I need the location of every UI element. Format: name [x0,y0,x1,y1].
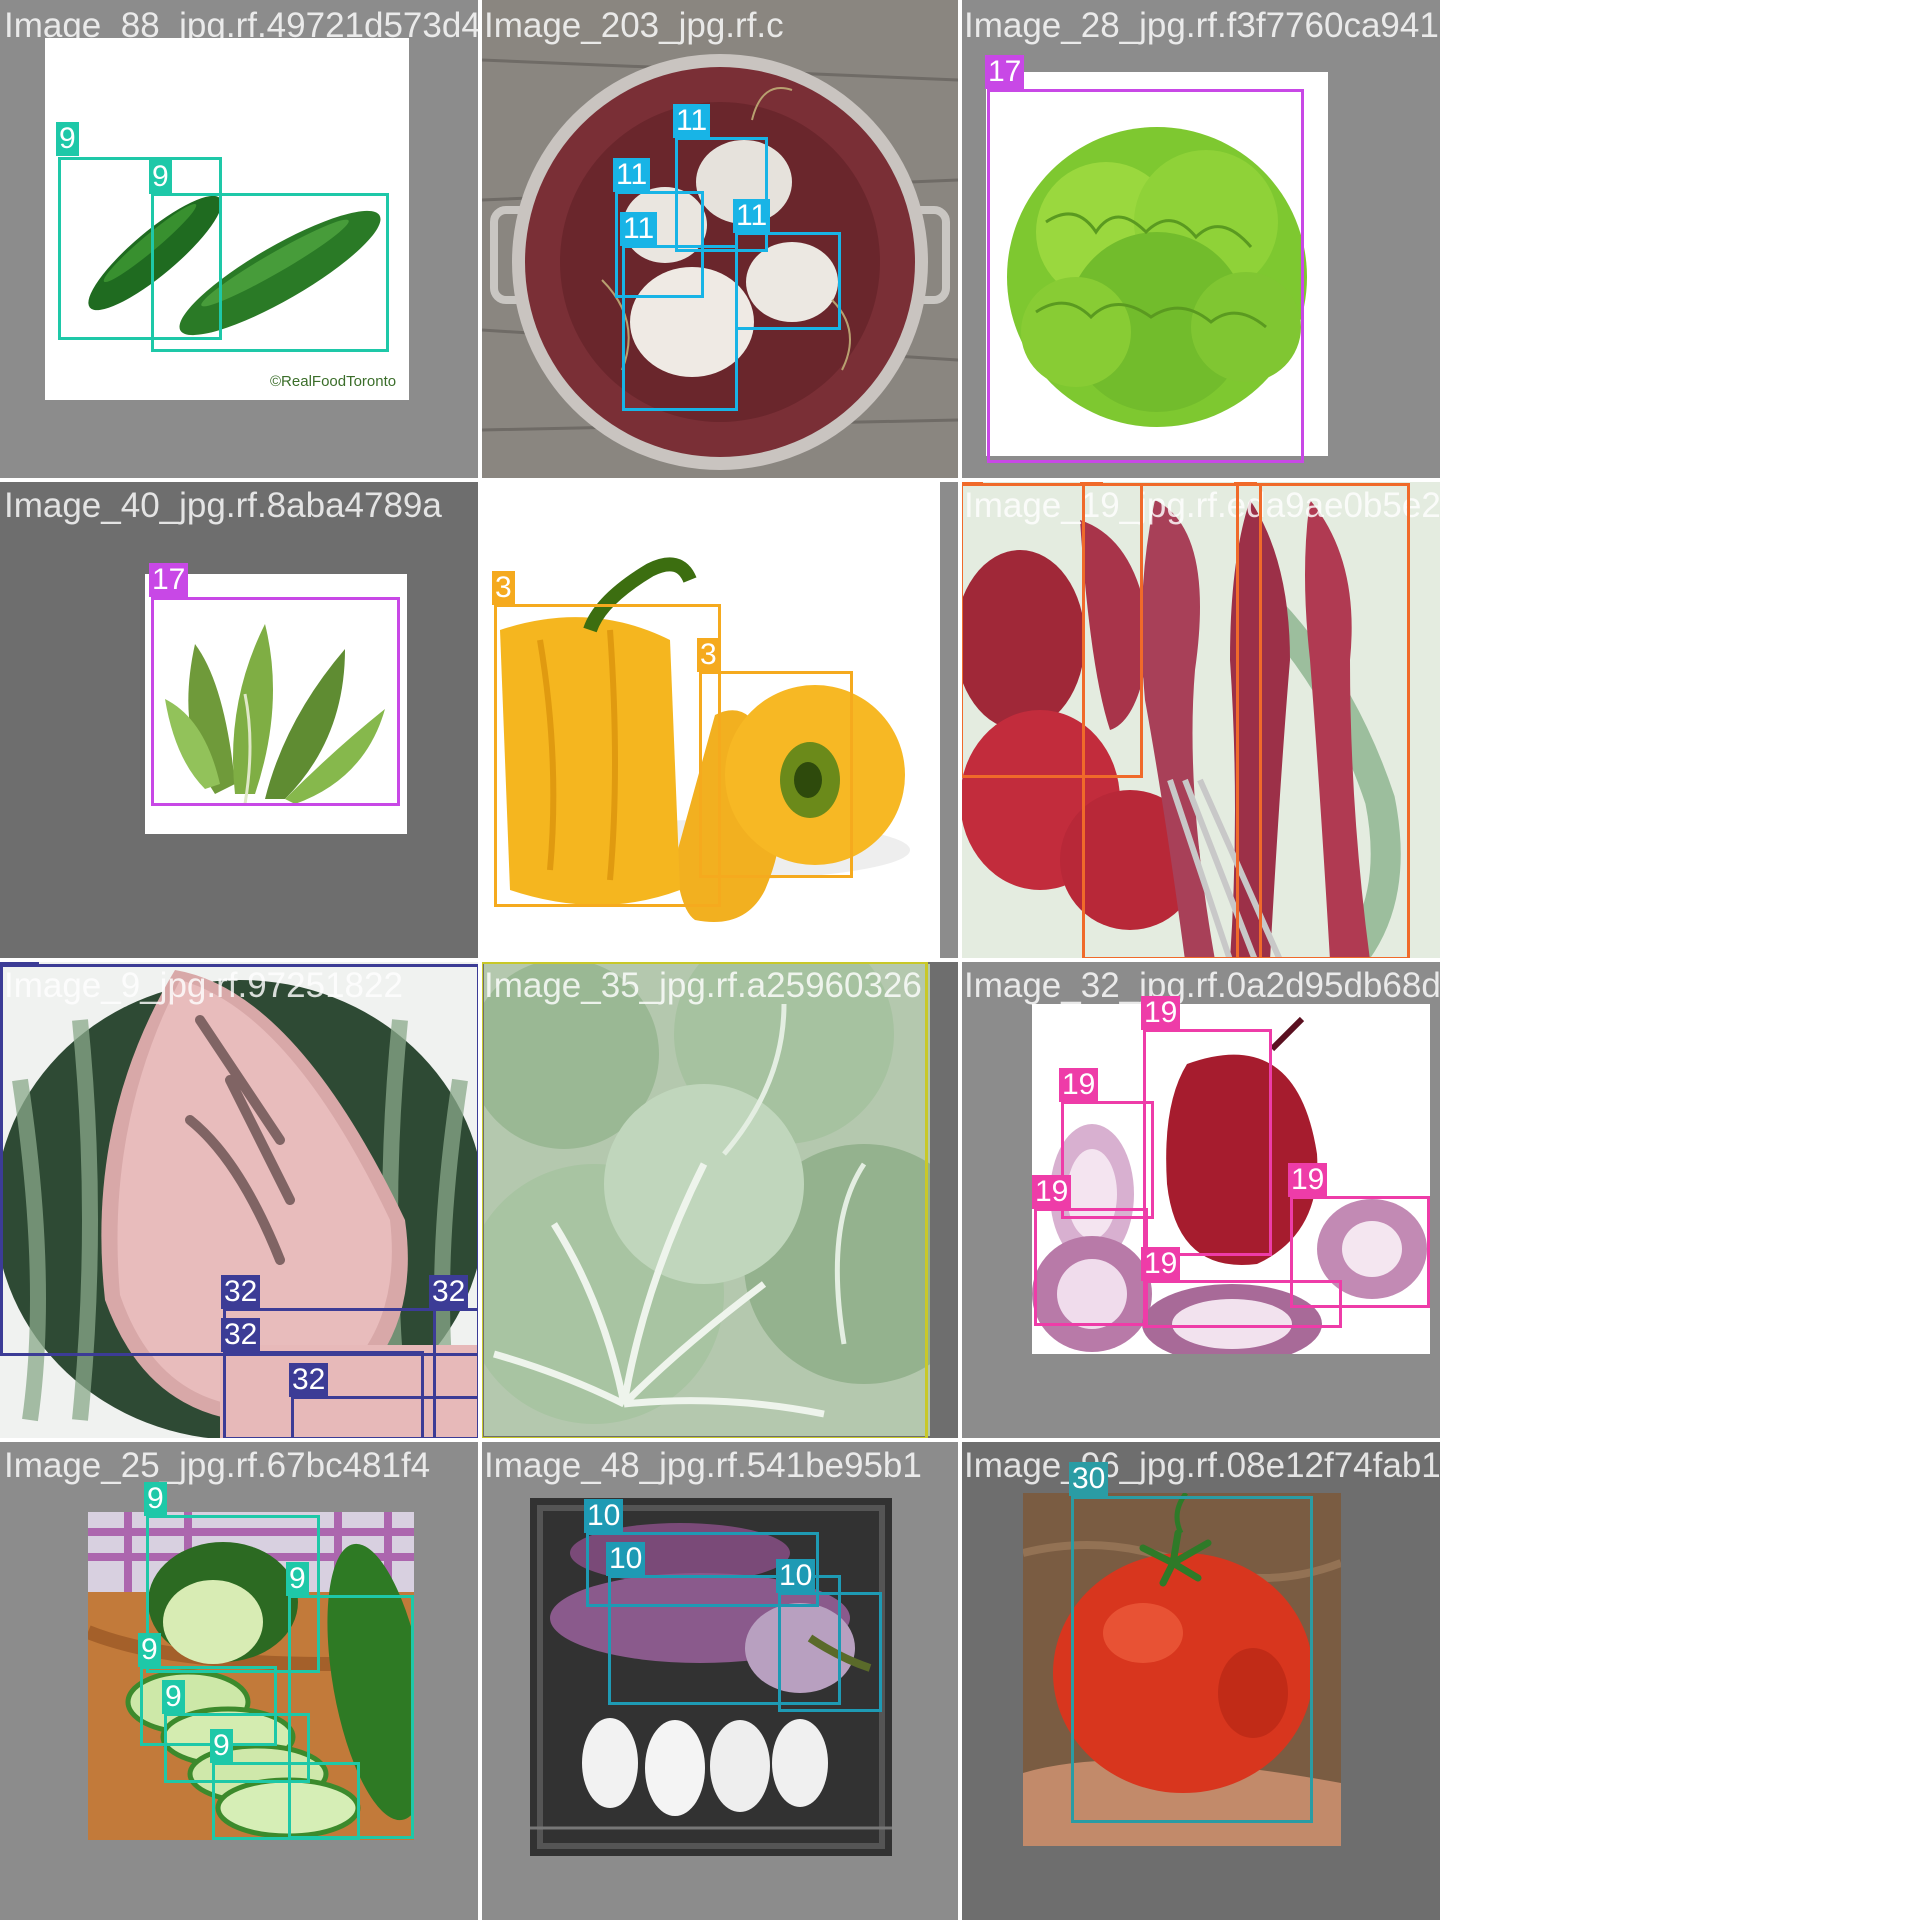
detection-box [1143,1029,1272,1256]
detection-mosaic: ©RealFoodToronto Image_88_jpg.rf.49721d5… [0,0,1440,1920]
class-label: 9 [286,1562,309,1596]
detection-box [1290,1196,1430,1308]
detection-box [1034,1208,1148,1326]
class-label: 11 [620,212,658,246]
detection-box [735,232,841,330]
grid-line [0,958,1440,962]
class-label: 11 [613,158,651,192]
class-label: 19 [1141,996,1181,1030]
mosaic-tile-salad: Image_40_jpg.rf.8aba4789a 17 [0,480,480,960]
class-label: 17 [985,55,1025,89]
detection-box [291,1396,480,1440]
detection-box [151,193,389,352]
class-label: 30 [1069,1462,1109,1496]
class-label: 32 [429,1275,469,1309]
class-label: 32 [221,1318,261,1352]
class-label: 10 [584,1499,624,1533]
mosaic-tile-beets: Image_19_jpg.rf.eda9ae0b5e2a13b0ae5c30ec… [960,480,1440,960]
detection-box [1061,1101,1154,1219]
class-label: 19 [1141,1247,1181,1281]
class-label: 9 [162,1680,185,1714]
detection-box [778,1592,882,1712]
watermark-text: ©RealFoodToronto [270,373,396,390]
class-label: 10 [776,1559,816,1593]
class-label: 19 [1032,1175,1072,1209]
class-label: 19 [1059,1068,1099,1102]
mosaic-tile-onion: Image_32_jpg.rf.0a2d95db68d2fd4e7dc78a34… [960,960,1440,1440]
grid-line [0,478,1440,482]
mosaic-tile-cabbage: Image_35_jpg.rf.a25960326 4 [480,960,960,1440]
class-label: 10 [606,1542,646,1576]
detection-box [1236,483,1410,960]
detection-box [699,671,853,878]
detection-box [622,245,738,411]
class-label: 9 [56,122,79,156]
class-label: 11 [733,199,771,233]
class-label: 3 [697,638,720,672]
detection-box [151,597,400,806]
class-label: 9 [138,1633,161,1667]
class-label: 9 [149,160,172,194]
detection-box [1082,483,1262,960]
mosaic-tile-cucumbers: ©RealFoodToronto Image_88_jpg.rf.49721d5… [0,0,480,480]
class-label: 32 [289,1363,329,1397]
detection-box [1071,1496,1313,1823]
mosaic-tile-watermelon: Image_9_jpg.rf.97251822 32 32 32 32 32 [0,960,480,1440]
mosaic-tile-garlic: Image_203_jpg.rf.c 11 11 11 11 [480,0,960,480]
class-label: 32 [221,1275,261,1309]
class-label: 3 [492,571,515,605]
class-label: 9 [210,1729,233,1763]
mosaic-tile-peppers: Image_81_jpg.rf.62532246f 3 3 [480,480,960,960]
detection-box [212,1762,360,1840]
grid-line [0,1438,1440,1442]
mosaic-tile-lettuce: Image_28_jpg.rf.f3f7760ca941e6fcbe9a1f2b… [960,0,1440,480]
class-label: 9 [144,1482,167,1516]
detection-box [480,961,928,1440]
class-label: 17 [149,563,189,597]
detection-box [987,89,1304,463]
mosaic-tile-tomato: Image_96_jpg.rf.08e12f74fab10f413bf6efda… [960,1440,1440,1920]
class-label: 11 [673,104,711,138]
mosaic-tile-cucumber-slices: Image_25_jpg.rf.67bc481f4 9 9 9 9 9 [0,1440,480,1920]
class-label: 19 [1288,1163,1328,1197]
mosaic-tile-eggplants: Image_48_jpg.rf.541be95b1 10 10 10 [480,1440,960,1920]
detection-box [494,604,721,907]
